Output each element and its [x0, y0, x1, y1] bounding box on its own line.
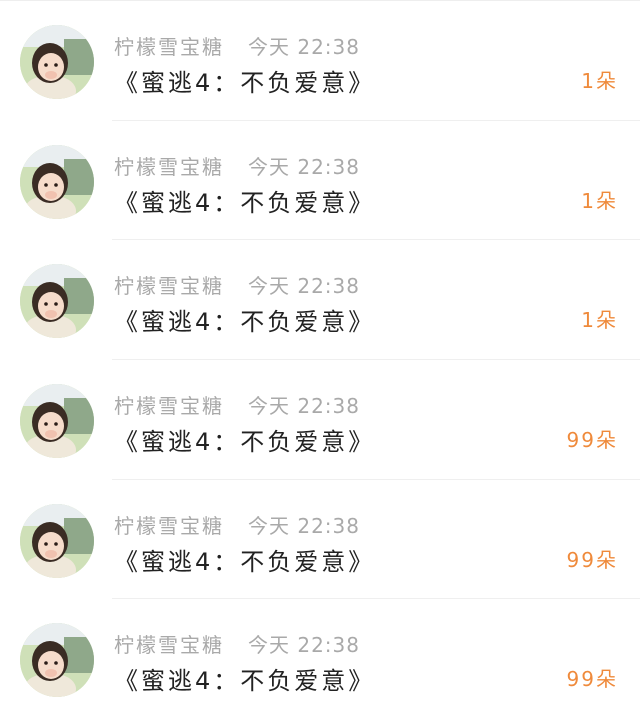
- girl-avatar-icon: [20, 264, 94, 339]
- gift-count: 99朵: [566, 428, 618, 453]
- girl-avatar-icon: [20, 623, 94, 698]
- list-item[interactable]: 柠檬雪宝糖 今天 22:38 《蜜逃4：不负爱意》 1朵: [0, 121, 640, 241]
- gift-count: 1朵: [581, 188, 618, 213]
- book-title: 《蜜逃4：不负爱意》: [114, 547, 376, 576]
- avatar[interactable]: [20, 25, 94, 99]
- book-title: 《蜜逃4：不负爱意》: [114, 667, 376, 696]
- avatar[interactable]: [20, 144, 94, 219]
- timestamp: 今天 22:38: [248, 394, 360, 419]
- avatar[interactable]: [20, 623, 94, 698]
- girl-avatar-icon: [20, 25, 94, 99]
- book-title: 《蜜逃4：不负爱意》: [114, 69, 376, 97]
- list-item[interactable]: 柠檬雪宝糖 今天 22:38 《蜜逃4：不负爱意》 99朵: [0, 360, 640, 480]
- timestamp: 今天 22:38: [248, 154, 360, 179]
- gift-count: 99朵: [566, 547, 618, 572]
- timestamp: 今天 22:38: [248, 274, 360, 299]
- gift-count: 1朵: [581, 69, 618, 93]
- book-title: 《蜜逃4：不负爱意》: [114, 308, 376, 337]
- avatar[interactable]: [20, 503, 94, 578]
- girl-avatar-icon: [20, 384, 94, 459]
- avatar[interactable]: [20, 264, 94, 339]
- sender-name: 柠檬雪宝糖: [114, 274, 224, 299]
- girl-avatar-icon: [20, 503, 94, 578]
- book-title: 《蜜逃4：不负爱意》: [114, 188, 376, 217]
- timestamp: 今天 22:38: [248, 513, 360, 538]
- book-title: 《蜜逃4：不负爱意》: [114, 428, 376, 457]
- sender-name: 柠檬雪宝糖: [114, 35, 224, 59]
- list-item[interactable]: 柠檬雪宝糖 今天 22:38 《蜜逃4：不负爱意》 1朵: [0, 1, 640, 121]
- sender-name: 柠檬雪宝糖: [114, 513, 224, 538]
- sender-name: 柠檬雪宝糖: [114, 154, 224, 179]
- timestamp: 今天 22:38: [248, 633, 360, 658]
- girl-avatar-icon: [20, 144, 94, 219]
- gift-count: 1朵: [581, 308, 618, 333]
- avatar[interactable]: [20, 384, 94, 459]
- list-item[interactable]: 柠檬雪宝糖 今天 22:38 《蜜逃4：不负爱意》 99朵: [0, 480, 640, 600]
- sender-name: 柠檬雪宝糖: [114, 633, 224, 658]
- gift-record-list: 柠檬雪宝糖 今天 22:38 《蜜逃4：不负爱意》 1朵 柠檬雪宝糖 今天 22…: [0, 0, 640, 725]
- gift-count: 99朵: [566, 667, 618, 692]
- list-item[interactable]: 柠檬雪宝糖 今天 22:38 《蜜逃4：不负爱意》 99朵: [0, 599, 640, 719]
- sender-name: 柠檬雪宝糖: [114, 394, 224, 419]
- list-item[interactable]: 柠檬雪宝糖 今天 22:38 《蜜逃4：不负爱意》 1朵: [0, 240, 640, 360]
- timestamp: 今天 22:38: [248, 35, 360, 59]
